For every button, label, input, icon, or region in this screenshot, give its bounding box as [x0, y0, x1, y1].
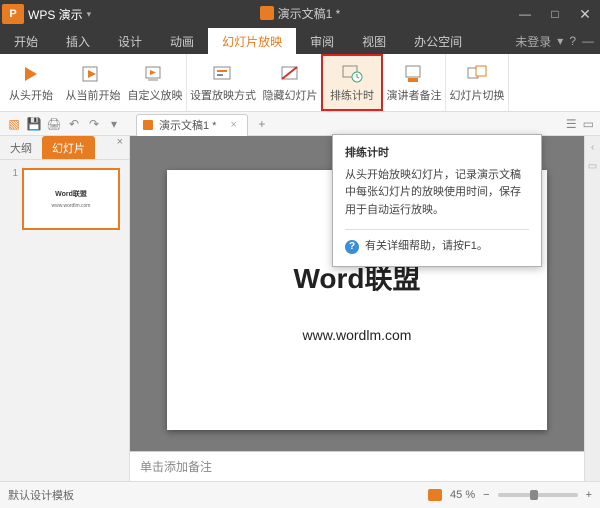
menu-tab-design[interactable]: 设计 — [104, 28, 156, 54]
save-icon[interactable]: 💾 — [24, 114, 44, 134]
ribbon-label: 排练计时 — [330, 87, 374, 103]
ribbon-hide-slide[interactable]: 隐藏幻灯片 — [259, 54, 321, 111]
panel-tab-outline[interactable]: 大纲 — [0, 136, 42, 159]
titlebar: P WPS 演示 ▾ 演示文稿1 * — □ ✕ — [0, 0, 600, 28]
view-normal-icon[interactable] — [428, 489, 442, 501]
login-caret-icon[interactable]: ▾ — [557, 34, 563, 48]
app-name: WPS 演示 — [28, 6, 83, 23]
window-min[interactable]: — — [510, 0, 540, 28]
zoom-slider[interactable] — [498, 493, 578, 497]
doc-tab-close[interactable]: × — [230, 119, 236, 131]
transition-icon — [466, 63, 488, 85]
zoom-in[interactable]: + — [586, 489, 592, 501]
ribbon-label: 从头开始 — [9, 87, 53, 103]
ribbon-setup-show[interactable]: 设置放映方式 — [187, 54, 259, 111]
ribbon: 从头开始 从当前开始 自定义放映 设置放映方式 隐藏幻灯片 排练计时 演讲者备注 — [0, 54, 600, 112]
app-icon: P — [2, 4, 24, 24]
new-doc-icon[interactable]: ▧ — [4, 114, 24, 134]
notes-icon — [403, 63, 425, 85]
selection-icon[interactable]: ☰ — [566, 117, 577, 131]
ribbon-label: 自定义放映 — [128, 87, 183, 103]
zoom-value[interactable]: 45 % — [450, 489, 475, 501]
statusbar: 默认设计模板 45 % − + — [0, 481, 600, 508]
redo-icon[interactable]: ↷ — [84, 114, 104, 134]
window-max[interactable]: □ — [540, 0, 570, 28]
ribbon-from-start[interactable]: 从头开始 — [0, 54, 62, 111]
doc-title-icon — [260, 6, 274, 20]
doc-tab[interactable]: 演示文稿1 * × — [136, 114, 248, 136]
doc-title: 演示文稿1 * — [278, 5, 341, 22]
login-status[interactable]: 未登录 — [515, 33, 551, 50]
status-template: 默认设计模板 — [8, 487, 74, 503]
menu-tab-view[interactable]: 视图 — [348, 28, 400, 54]
qat-caret-icon[interactable]: ▾ — [104, 114, 124, 134]
zoom-out[interactable]: − — [483, 489, 489, 501]
tooltip-body: 从头开始放映幻灯片，记录演示文稿中每张幻灯片的放映使用时间，保存用于自动运行放映… — [345, 167, 529, 220]
thumbnail-area: 1 Word联盟 www.wordlm.com — [0, 160, 129, 481]
panel-tab-slides[interactable]: 幻灯片 — [42, 136, 95, 159]
window-close[interactable]: ✕ — [570, 0, 600, 28]
slide-subtitle[interactable]: www.wordlm.com — [303, 327, 412, 343]
notes-pane[interactable]: 单击添加备注 — [130, 451, 584, 481]
thumb-subtitle: www.wordlm.com — [52, 203, 91, 209]
options-icon[interactable]: — — [582, 34, 594, 48]
rail-item-icon[interactable]: ▭ — [588, 161, 597, 172]
right-rail: ‹ ▭ — [584, 136, 600, 481]
menu-tab-office[interactable]: 办公空间 — [400, 28, 476, 54]
doc-tab-icon — [143, 120, 153, 130]
tooltip-rehearse: 排练计时 从头开始放映幻灯片，记录演示文稿中每张幻灯片的放映使用时间，保存用于自… — [332, 134, 542, 267]
undo-icon[interactable]: ↶ — [64, 114, 84, 134]
quick-access-bar: ▧ 💾 🖨 ↶ ↷ ▾ 演示文稿1 * × + ☰ ▭ — [0, 112, 600, 136]
play-current-icon — [82, 63, 104, 85]
thumb-number: 1 — [6, 168, 18, 230]
custom-show-icon — [144, 63, 166, 85]
ribbon-custom-show[interactable]: 自定义放映 — [124, 54, 186, 111]
ribbon-label: 从当前开始 — [66, 87, 121, 103]
app-menu-caret[interactable]: ▾ — [87, 9, 92, 20]
menu-tab-animate[interactable]: 动画 — [156, 28, 208, 54]
ribbon-label: 演讲者备注 — [387, 87, 442, 103]
hide-slide-icon — [279, 63, 301, 85]
add-doc-tab[interactable]: + — [252, 117, 272, 131]
ribbon-speaker-notes[interactable]: 演讲者备注 — [383, 54, 445, 111]
left-panel: 大纲 幻灯片 × 1 Word联盟 www.wordlm.com — [0, 136, 130, 481]
ribbon-label: 隐藏幻灯片 — [263, 87, 318, 103]
rail-chevron-icon[interactable]: ‹ — [591, 142, 594, 153]
help-icon[interactable]: ? — [569, 34, 576, 48]
slide-view-icon[interactable]: ▭ — [583, 117, 594, 131]
help-icon: ? — [345, 240, 359, 254]
tooltip-title: 排练计时 — [345, 145, 529, 163]
slide-thumbnail[interactable]: Word联盟 www.wordlm.com — [22, 168, 120, 230]
ribbon-transition[interactable]: 幻灯片切换 — [446, 54, 508, 111]
setup-icon — [212, 63, 234, 85]
thumb-title: Word联盟 — [55, 189, 87, 199]
ribbon-label: 幻灯片切换 — [450, 87, 505, 103]
menu-tab-insert[interactable]: 插入 — [52, 28, 104, 54]
menu-tab-slideshow[interactable]: 幻灯片放映 — [208, 28, 296, 54]
rehearse-icon — [341, 63, 363, 85]
play-icon — [20, 63, 42, 85]
menu-tab-start[interactable]: 开始 — [0, 28, 52, 54]
print-icon[interactable]: 🖨 — [44, 114, 64, 134]
tooltip-help: 有关详细帮助，请按F1。 — [365, 238, 488, 256]
ribbon-label: 设置放映方式 — [190, 87, 256, 103]
ribbon-rehearse[interactable]: 排练计时 — [321, 54, 383, 111]
menubar: 开始 插入 设计 动画 幻灯片放映 审阅 视图 办公空间 未登录 ▾ ? — — [0, 28, 600, 54]
panel-close[interactable]: × — [111, 136, 129, 159]
doc-tab-label: 演示文稿1 * — [159, 117, 216, 133]
ribbon-from-current[interactable]: 从当前开始 — [62, 54, 124, 111]
menu-tab-review[interactable]: 审阅 — [296, 28, 348, 54]
